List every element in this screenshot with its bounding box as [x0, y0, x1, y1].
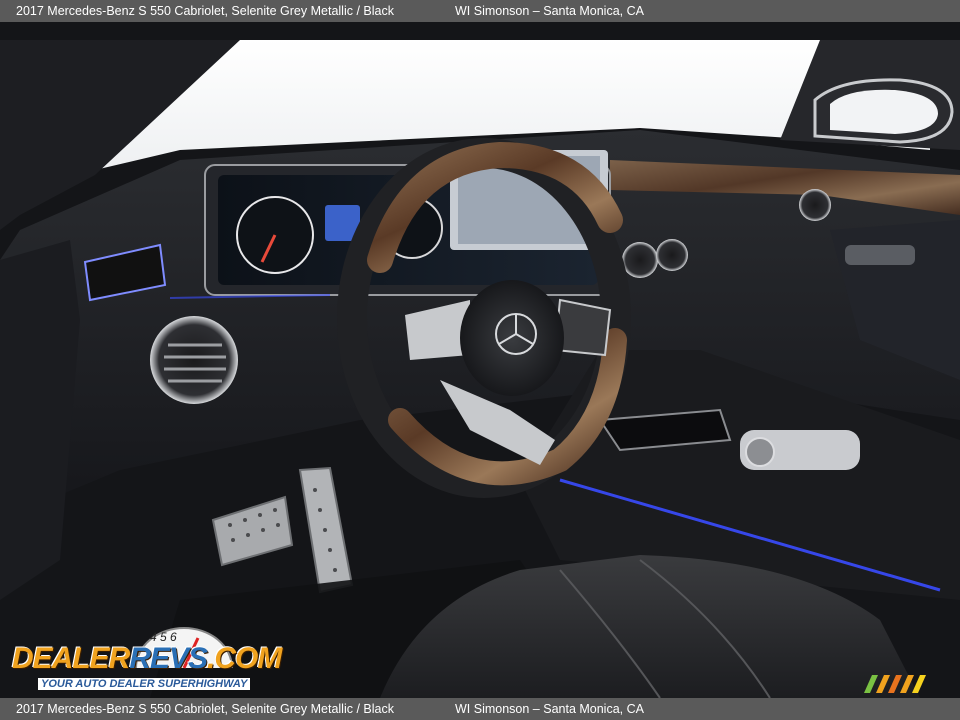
- wordmark-revs: REVS: [129, 642, 208, 675]
- dealerrevs-wordmark: DEALERREVS.COM: [12, 642, 282, 676]
- stripes-icon: [864, 675, 926, 693]
- wordmark-dealer: DEALER: [12, 642, 130, 675]
- dealer-caption-bottom: WI Simonson – Santa Monica, CA: [455, 702, 644, 716]
- wordmark-com: .COM: [207, 642, 282, 675]
- top-caption-bar: 2017 Mercedes-Benz S 550 Cabriolet, Sele…: [0, 0, 960, 22]
- left-air-vent: [150, 316, 238, 404]
- bottom-caption-bar: 2017 Mercedes-Benz S 550 Cabriolet, Sele…: [0, 698, 960, 720]
- dealer-revs-logo: 4 5 6 DEALERREVS.COM YOUR AUTO DEALER SU…: [10, 624, 282, 694]
- airbag-hub: [460, 280, 564, 396]
- dealer-caption: WI Simonson – Santa Monica, CA: [455, 4, 644, 18]
- vehicle-caption: 2017 Mercedes-Benz S 550 Cabriolet, Sele…: [16, 4, 394, 18]
- vehicle-caption-bottom: 2017 Mercedes-Benz S 550 Cabriolet, Sele…: [16, 702, 394, 716]
- brake-pedal: [211, 495, 294, 567]
- logo-tagline: YOUR AUTO DEALER SUPERHIGHWAY: [38, 678, 251, 690]
- door-panel: [0, 240, 80, 600]
- interior-photo: [0, 22, 960, 698]
